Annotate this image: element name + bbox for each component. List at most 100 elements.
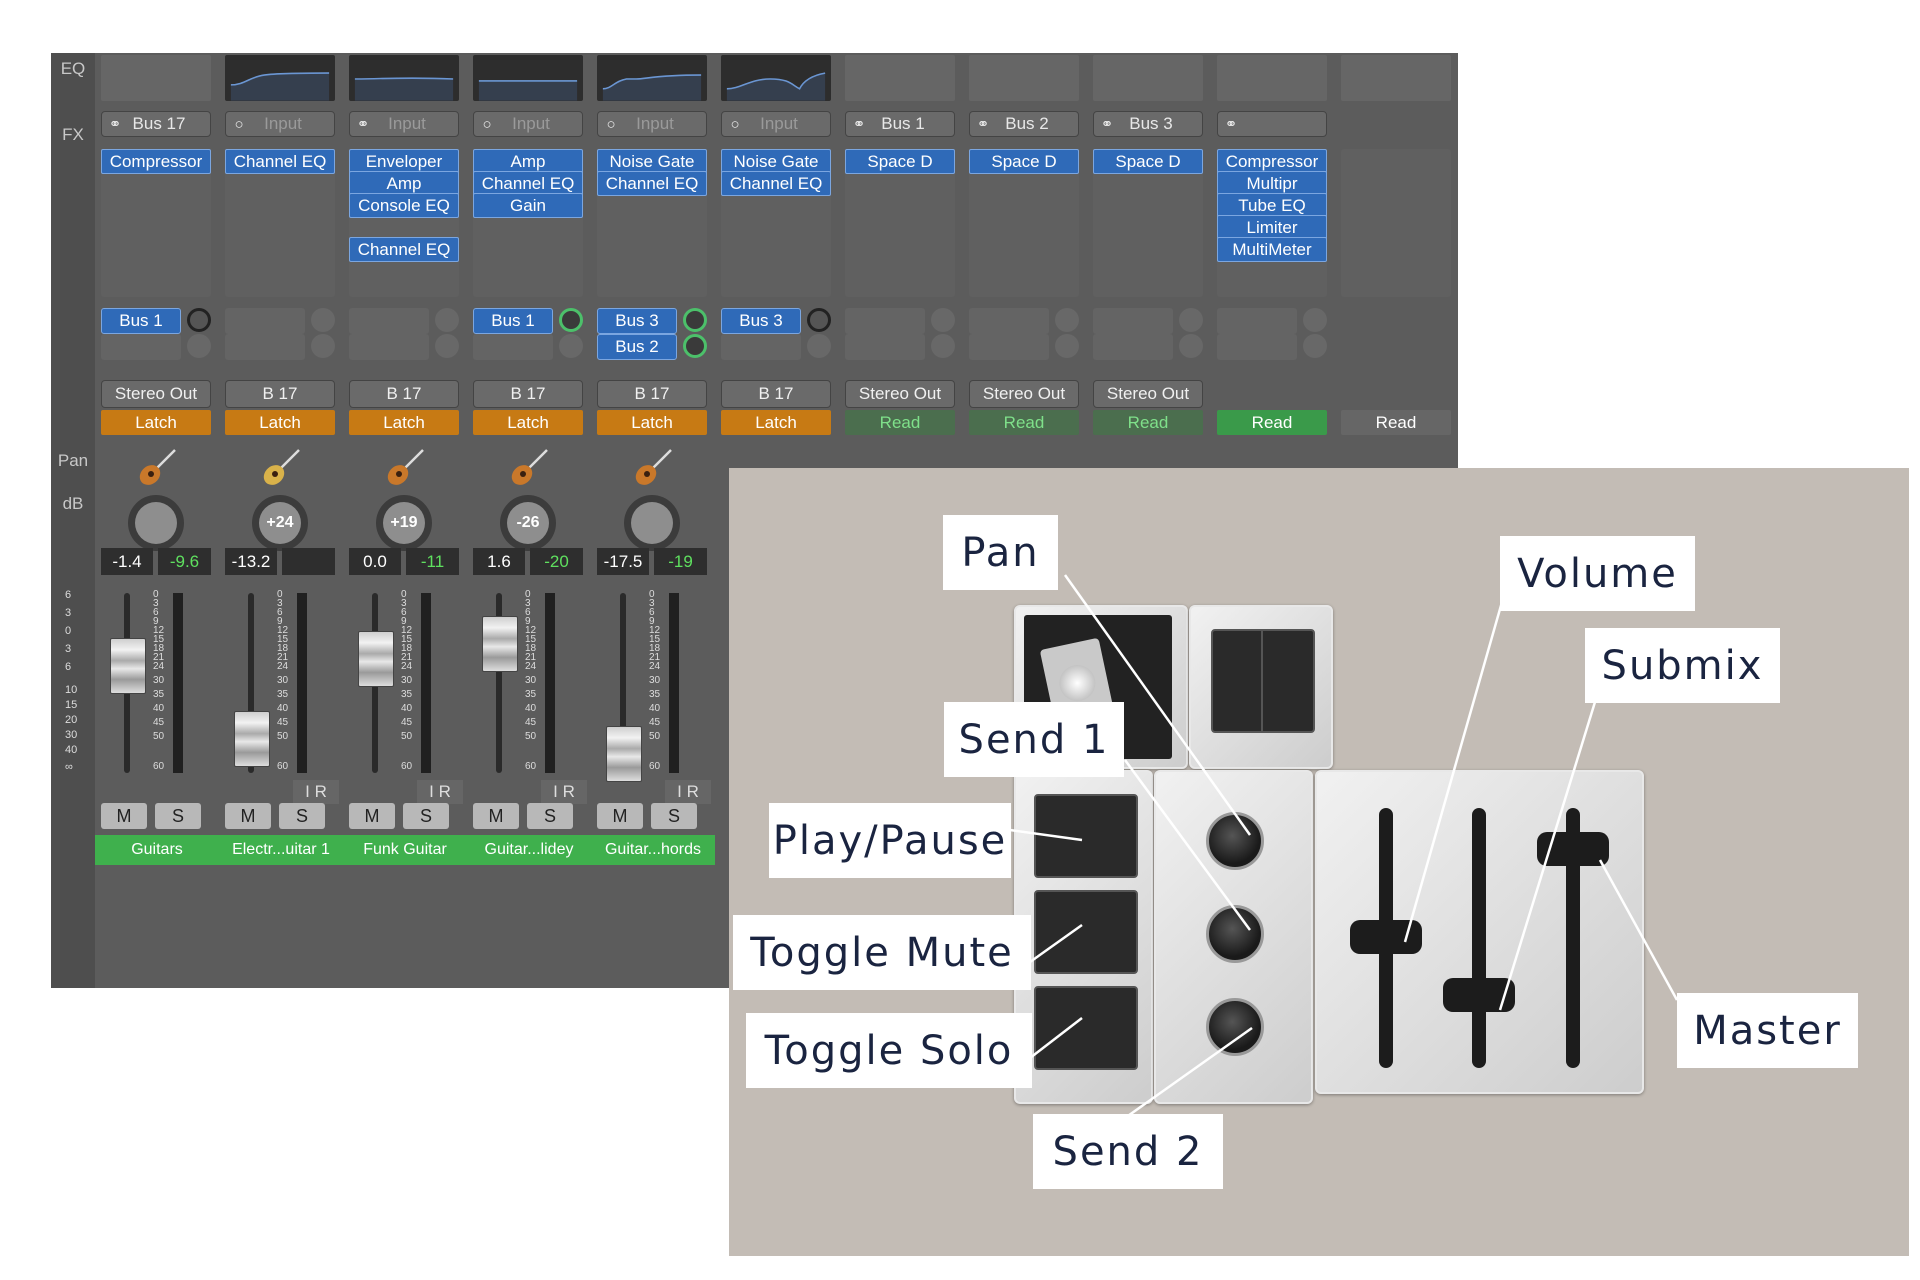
send-level-knob[interactable] xyxy=(931,308,955,332)
track-name[interactable]: Guitars xyxy=(95,835,219,865)
send-slot[interactable]: Bus 3 xyxy=(597,308,677,334)
output-slot[interactable]: Stereo Out xyxy=(101,380,211,408)
automation-mode[interactable]: Latch xyxy=(349,410,459,435)
eq-display[interactable] xyxy=(1093,55,1203,101)
automation-mode[interactable]: Read xyxy=(969,410,1079,435)
send-level-knob[interactable] xyxy=(683,334,707,358)
mute-button[interactable]: M xyxy=(473,803,519,829)
plugin-slot[interactable]: Compressor xyxy=(101,149,211,174)
send-level-knob[interactable] xyxy=(1179,334,1203,358)
input-slot[interactable]: ⚭ Bus 1 xyxy=(845,111,955,137)
eq-display[interactable] xyxy=(473,55,583,101)
output-slot[interactable]: B 17 xyxy=(597,380,707,408)
send-slot[interactable] xyxy=(225,308,305,334)
input-slot[interactable]: ⚭ Bus 17 xyxy=(101,111,211,137)
send-level-knob[interactable] xyxy=(1303,334,1327,358)
track-name[interactable]: Guitar...lidey xyxy=(467,835,591,865)
send-level-knob[interactable] xyxy=(311,334,335,358)
volume-fader[interactable] xyxy=(358,631,394,687)
output-slot[interactable]: Stereo Out xyxy=(1093,380,1203,408)
send-slot[interactable] xyxy=(969,308,1049,334)
eq-display[interactable] xyxy=(349,55,459,101)
send-level-knob[interactable] xyxy=(1179,308,1203,332)
send-level-knob[interactable] xyxy=(187,308,211,332)
send-level-knob[interactable] xyxy=(1055,334,1079,358)
mute-button[interactable]: M xyxy=(597,803,643,829)
double-key[interactable] xyxy=(1211,629,1315,733)
input-slot[interactable]: ○ Input xyxy=(721,111,831,137)
send-slot[interactable] xyxy=(349,308,429,334)
plugin-slot[interactable]: Space D xyxy=(1093,149,1203,174)
send-slot[interactable] xyxy=(845,334,925,360)
send-level-knob[interactable] xyxy=(435,308,459,332)
plugin-slot[interactable]: Channel EQ xyxy=(597,171,707,196)
plugin-slot[interactable]: Space D xyxy=(845,149,955,174)
automation-mode[interactable]: Latch xyxy=(225,410,335,435)
volume-fader[interactable] xyxy=(482,616,518,672)
send-slot[interactable] xyxy=(349,334,429,360)
output-slot[interactable]: B 17 xyxy=(473,380,583,408)
eq-display[interactable] xyxy=(1217,55,1327,101)
send-slot[interactable] xyxy=(721,334,801,360)
send-level-knob[interactable] xyxy=(1303,308,1327,332)
input-record-buttons[interactable]: I R xyxy=(293,780,339,804)
automation-mode[interactable]: Latch xyxy=(101,410,211,435)
input-slot[interactable]: ⚭ Bus 3 xyxy=(1093,111,1203,137)
send-level-knob[interactable] xyxy=(1055,308,1079,332)
send-slot[interactable] xyxy=(225,334,305,360)
send-slot[interactable] xyxy=(1217,308,1297,334)
automation-mode[interactable]: Read xyxy=(1093,410,1203,435)
eq-display[interactable] xyxy=(597,55,707,101)
send-slot[interactable] xyxy=(969,334,1049,360)
input-slot[interactable]: ○ Input xyxy=(597,111,707,137)
send-slot[interactable]: Bus 1 xyxy=(473,308,553,334)
send-slot[interactable]: Bus 2 xyxy=(597,334,677,360)
track-name[interactable]: Electr...uitar 1 xyxy=(219,835,343,865)
plugin-slot[interactable]: Channel EQ xyxy=(721,171,831,196)
solo-button[interactable]: S xyxy=(403,803,449,829)
plugin-slot[interactable]: Channel EQ xyxy=(225,149,335,174)
send-level-knob[interactable] xyxy=(683,308,707,332)
eq-display[interactable] xyxy=(225,55,335,101)
pan-knob[interactable] xyxy=(128,495,184,551)
send-slot[interactable] xyxy=(1217,334,1297,360)
toggle-solo-key[interactable] xyxy=(1034,986,1138,1070)
send-slot[interactable] xyxy=(845,308,925,334)
send-level-knob[interactable] xyxy=(311,308,335,332)
eq-display[interactable] xyxy=(1341,55,1451,101)
send-level-knob[interactable] xyxy=(807,334,831,358)
input-record-buttons[interactable]: I R xyxy=(665,780,711,804)
play-pause-key[interactable] xyxy=(1034,794,1138,878)
automation-mode[interactable]: Latch xyxy=(473,410,583,435)
plugin-slot[interactable]: Space D xyxy=(969,149,1079,174)
mute-button[interactable]: M xyxy=(349,803,395,829)
output-slot[interactable]: B 17 xyxy=(721,380,831,408)
input-slot[interactable]: ⚭ xyxy=(1217,111,1327,137)
solo-button[interactable]: S xyxy=(155,803,201,829)
volume-fader[interactable] xyxy=(234,711,270,767)
send-level-knob[interactable] xyxy=(559,334,583,358)
send-slot[interactable] xyxy=(1093,308,1173,334)
toggle-mute-key[interactable] xyxy=(1034,890,1138,974)
eq-display[interactable] xyxy=(969,55,1079,101)
volume-fader[interactable] xyxy=(110,638,146,694)
plugin-slot[interactable]: Console EQ xyxy=(349,193,459,218)
input-slot[interactable]: ⚭ Input xyxy=(349,111,459,137)
send-level-knob[interactable] xyxy=(931,334,955,358)
output-slot[interactable]: B 17 xyxy=(225,380,335,408)
solo-button[interactable]: S xyxy=(279,803,325,829)
send-level-knob[interactable] xyxy=(807,308,831,332)
automation-mode[interactable]: Latch xyxy=(597,410,707,435)
send-slot[interactable] xyxy=(473,334,553,360)
eq-display[interactable] xyxy=(101,55,211,101)
plugin-slot[interactable]: Gain xyxy=(473,193,583,218)
send-level-knob[interactable] xyxy=(435,334,459,358)
input-record-buttons[interactable]: I R xyxy=(541,780,587,804)
input-slot[interactable]: ○ Input xyxy=(473,111,583,137)
automation-mode[interactable]: Read xyxy=(1341,410,1451,435)
volume-fader[interactable] xyxy=(606,726,642,782)
output-slot[interactable]: Stereo Out xyxy=(845,380,955,408)
pan-knob[interactable]: +19 xyxy=(376,495,432,551)
send-level-knob[interactable] xyxy=(187,334,211,358)
send-level-knob[interactable] xyxy=(559,308,583,332)
